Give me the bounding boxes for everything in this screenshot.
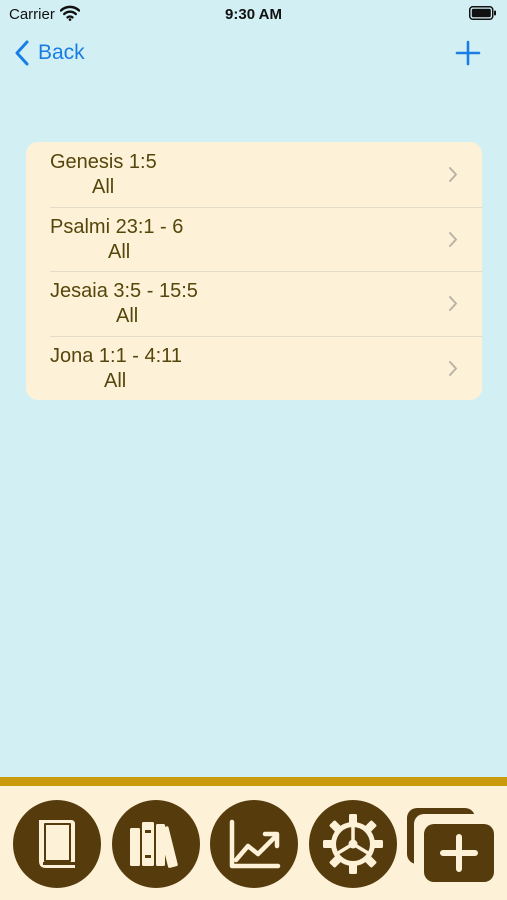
book-icon (39, 820, 75, 868)
stats-chart-icon (229, 819, 281, 869)
reading-reference: Genesis 1:5 (50, 151, 157, 173)
reading-scope: All (116, 305, 139, 327)
chevron-right-icon (449, 296, 457, 311)
tab-bible[interactable] (13, 800, 101, 888)
reading-reference: Jona 1:1 - 4:11 (50, 344, 182, 367)
chevron-left-icon (15, 40, 29, 66)
new-plan-icon[interactable] (406, 806, 496, 884)
reading-reference: Jesaia 3:5 - 15:5 (50, 280, 198, 302)
reading-row[interactable]: Psalmi 23:1 - 6 All (26, 206, 482, 272)
tab-bar-divider (0, 777, 507, 786)
clock: 9:30 AM (225, 6, 282, 23)
reading-row[interactable]: Jesaia 3:5 - 15:5 All (26, 271, 482, 336)
reading-reference: Psalmi 23:1 - 6 (50, 215, 184, 238)
chevron-right-icon (449, 167, 457, 182)
plus-icon[interactable] (455, 40, 481, 66)
tab-settings[interactable] (309, 800, 397, 888)
reading-scope: All (108, 240, 131, 263)
battery-icon (469, 6, 496, 20)
reading-list: Genesis 1:5 All Psalmi 23:1 - 6 All Jesa… (26, 142, 482, 400)
library-icon (130, 822, 178, 868)
status-bar: Carrier 9:30 AM (0, 0, 507, 28)
back-label: Back (38, 41, 85, 64)
reading-scope: All (104, 369, 127, 392)
back-button[interactable]: Back (14, 38, 85, 68)
reading-scope: All (92, 176, 115, 198)
chevron-right-icon (449, 360, 457, 376)
tab-bar (0, 786, 507, 900)
reading-row[interactable]: Jona 1:1 - 4:11 All (26, 335, 482, 401)
chevron-right-icon (449, 231, 457, 247)
tab-library[interactable] (112, 800, 200, 888)
tab-statistics[interactable] (210, 800, 298, 888)
navigation-bar: Back (0, 30, 507, 76)
settings-gear-icon (323, 814, 383, 874)
reading-row[interactable]: Genesis 1:5 All (26, 142, 482, 207)
